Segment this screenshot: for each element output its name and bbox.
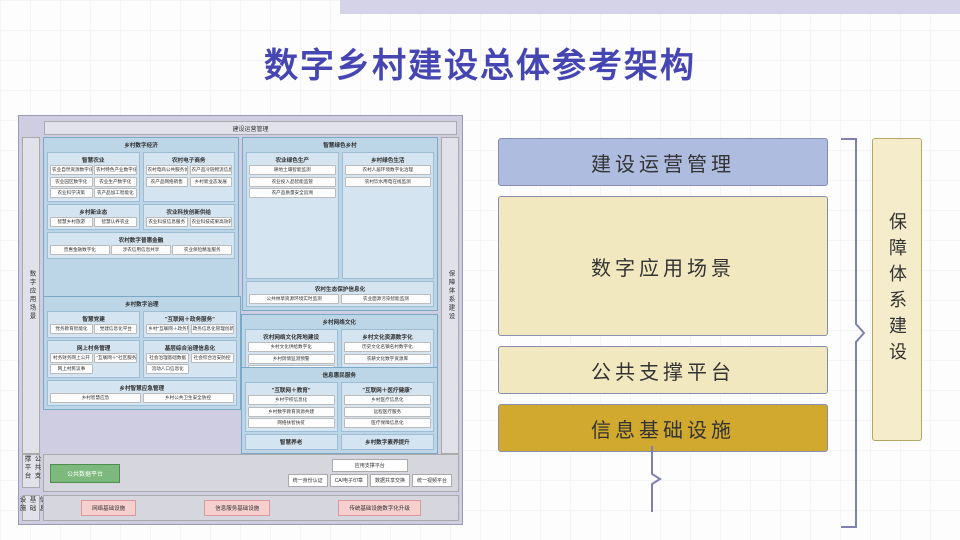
bracket-small-icon [650,444,665,514]
sub-ecommerce: 农村电子商务 农村电商公共服务体系建设农产品冷链物流信息化农产品网络销售乡村新业… [143,152,236,202]
sub-grass: 基层综合治理信息化 社会治理基础数据社会综合治安防控流动人口信息化 [143,340,236,378]
infra-2: 信息服务基础设施 [204,500,270,516]
infra-strip: 信息基础设施 网络基础设施 信息服务基础设施 传统基础设施数字化升级 [22,495,459,521]
sub-party: 智慧党建 党务教育智能化党建信息化平台 [47,311,140,338]
sub-newbiz: 乡村新业态 智慧乡村旅游智慧认养农业 [47,204,140,231]
architecture-diagram: 建设运营管理 数字应用场景 乡村数字经济 智慧农业 农业自然资源数字化农村特色产… [18,115,463,525]
chip: "互联网＋"社区服务 [94,353,137,363]
chip: 农村特色产业数字化监测 [94,165,137,175]
chip: 公共林草资源环境实时监测 [249,294,339,304]
card-green-hdr: 智慧绿色乡村 [246,140,434,150]
chip: 农产品冷链物流信息化 [190,165,233,175]
bracket-icon [836,134,866,532]
app-platform-items: 统一身份认证 CA/电子印章 数据共享交换 统一视频平台 [288,474,452,487]
chip: 医疗保障信息化 [344,418,431,428]
chip: 社会治理基础数据 [146,353,189,363]
infra-3: 传统基础设施数字化升级 [338,500,421,516]
chip: 乡村文化供给数字化 [248,342,335,352]
chip: 农产品质量安全追溯 [249,188,336,198]
diagram-right-label: 保障体系建设 [441,137,459,454]
summary-guarantee: 保障体系建设 [872,138,922,441]
chip: 涉农信用信息共享 [111,245,171,255]
sub-green-prod: 农业绿色生产 耕地土壤智能监测农业投入品智能监管农产品质量安全追溯 [246,152,339,279]
sub-edu: "互联网＋教育" 乡村学校信息化乡村数字教育资源共建网络扶智扶贫 [245,382,338,432]
sub-smart-ag: 智慧农业 农业自然资源数字化农村特色产业数字化监测农业园区数字化农业生产数字化农… [47,152,140,202]
top-accent-bar [340,0,960,14]
sub-elder: 智慧养老 [245,434,338,451]
support-strip: 公共支撑平台 公共数据平台 应用支撑平台 统一身份认证 CA/电子印章 数据共享… [22,454,459,492]
chip: 乡村医疗信息化 [344,395,431,405]
card-economy-hdr: 乡村数字经济 [47,140,235,150]
chip: 农村电商公共服务体系建设 [146,165,189,175]
chip: 乡村舆情监测预警 [248,354,335,364]
chip: 农业科学决策 [50,188,93,198]
chip: 党建信息化平台 [94,324,137,334]
sub-finance: 农村数字普惠金融 普惠金融数字化涉农信用信息共享农业保险精准服务 [47,232,235,259]
chip: 农业自然资源数字化 [50,165,93,175]
infra-1: 网络基础设施 [81,500,136,516]
chip: 普惠金融数字化 [50,245,110,255]
card-green: 智慧绿色乡村 农业绿色生产 耕地土壤智能监测农业投入品智能监管农产品质量安全追溯… [242,137,438,311]
sub-emerg: 乡村智慧应急管理 乡村智慧应急乡村公共卫生安全防控 [47,380,237,407]
chip: 智慧认养农业 [94,217,137,227]
chip: 耕地土壤智能监测 [249,165,336,175]
chip: 农产品网络销售 [146,177,189,187]
chip: 网上村民议事 [50,364,93,374]
chip: 农村人居环境数字化治理 [345,165,432,175]
card-govern: 乡村数字治理 智慧党建 党务教育智能化党建信息化平台 "互联网＋政务服务" 乡村… [43,296,241,410]
sub-agritech: 农业科技创新供给 农业科技信息服务农业科技成果高效转化 [143,204,236,231]
chip: 社会综合治安防控 [191,353,234,363]
chip: 农耕文化数字资源库 [344,354,431,364]
summary-mgmt: 建设运营管理 [498,138,828,186]
chip: 智慧乡村旅游 [50,217,93,227]
chip: 农业面源污染智能监测 [341,294,431,304]
card-service: 信息惠民服务 "互联网＋教育" 乡村学校信息化乡村数字教育资源共建网络扶智扶贫 … [241,367,439,454]
chip: 党务教育智能化 [50,324,93,334]
app-platform: 应用支撑平台 [332,459,408,472]
chip: 村务财务网上公开 [50,353,93,363]
summary-support: 公共支撑平台 [498,346,828,394]
chip: 乡村智慧应急 [50,393,141,403]
sub-literacy: 乡村数字素养提升 [341,434,434,451]
chip: 农村饮水用电在线监测 [345,177,432,187]
summary-column: 建设运营管理 数字应用场景 公共支撑平台 信息基础设施 [498,138,828,452]
chip: 乡村学校信息化 [248,395,335,405]
chip: 乡村新业态发展 [190,177,233,187]
chip: 农业园区数字化 [50,177,93,187]
chip: 乡村数字教育资源共建 [248,407,335,417]
sub-online-village: 网上村务管理 村务财务网上公开"互联网＋"社区服务网上村民议事 [47,340,140,378]
chip: 农业生产数字化 [94,177,137,187]
chip: 农业保险精准服务 [172,245,232,255]
chip: 农业科技成果高效转化 [190,217,233,227]
chip: 政务信息化管理创新 [191,324,234,334]
chip: 流动人口信息化 [146,364,189,374]
summary-scenes: 数字应用场景 [498,196,828,336]
data-platform: 公共数据平台 [50,464,120,483]
sub-gov: "互联网＋政务服务" 乡村"互联网＋政务服务"政务信息化管理创新 [143,311,236,338]
diagram-top-mgmt: 建设运营管理 [44,121,457,135]
chip: 历史文化名镇名村数字化 [344,342,431,352]
sub-med: "互联网＋医疗健康" 乡村医疗信息化远程医疗服务医疗保障信息化 [341,382,434,432]
sub-green-life: 乡村绿色生活 农村人居环境数字化治理农村饮水用电在线监测 [342,152,435,279]
sub-eco: 农村生态保护信息化 公共林草资源环境实时监测农业面源污染智能监测 [246,281,434,308]
chip: 农产品加工智能化 [94,188,137,198]
chip: 农业科技信息服务 [146,217,189,227]
page-title: 数字乡村建设总体参考架构 [0,38,960,87]
chip: 乡村"互联网＋政务服务" [146,324,189,334]
chip: 乡村公共卫生安全防控 [143,393,234,403]
chip: 农业投入品智能监管 [249,177,336,187]
card-economy: 乡村数字经济 智慧农业 农业自然资源数字化农村特色产业数字化监测农业园区数字化农… [43,137,239,311]
chip: 网络扶智扶贫 [248,418,335,428]
diagram-left-label: 数字应用场景 [22,137,40,454]
chip: 远程医疗服务 [344,407,431,417]
